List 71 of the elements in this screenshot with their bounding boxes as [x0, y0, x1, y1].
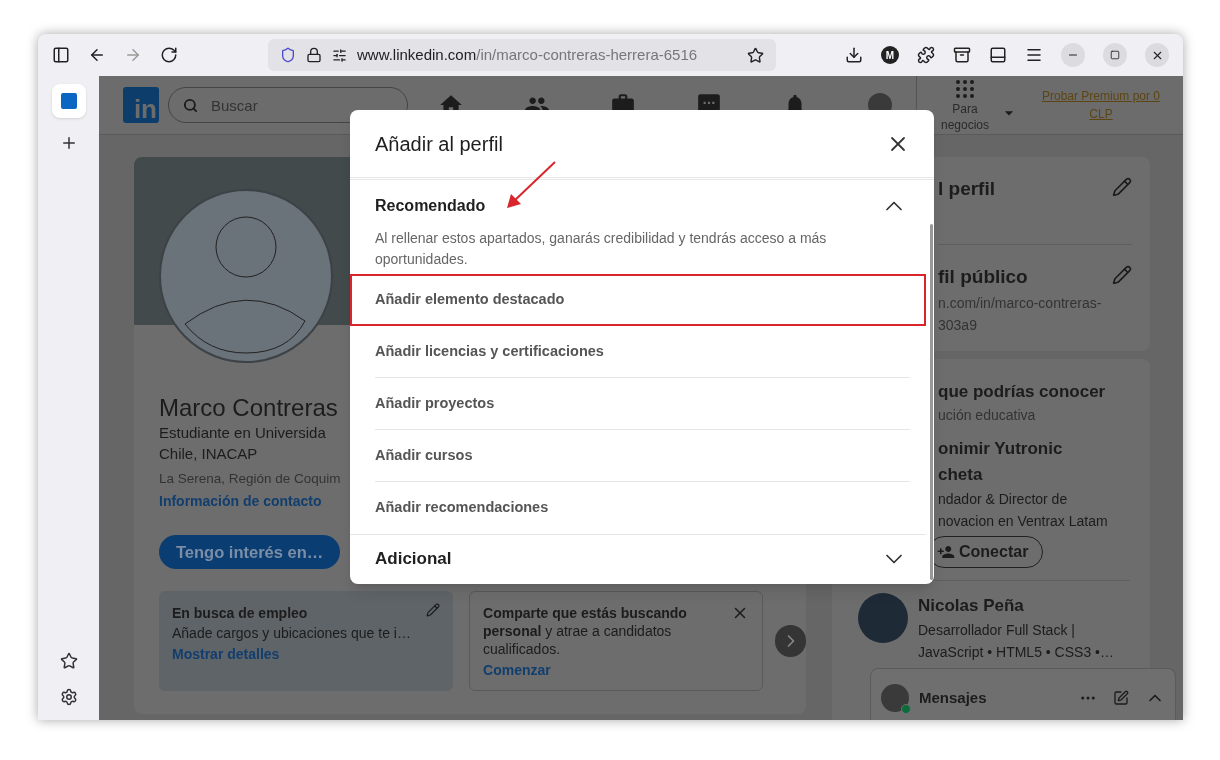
- panel-icon[interactable]: [989, 46, 1007, 64]
- close-button[interactable]: [1145, 43, 1169, 67]
- person-headline: novacion en Ventrax Latam: [938, 511, 1109, 531]
- section-header[interactable]: Recomendado: [350, 180, 926, 228]
- account-avatar[interactable]: M: [881, 46, 899, 64]
- minimize-button[interactable]: [1061, 43, 1085, 67]
- card-text: Añade cargos y ubicaciones que te i…: [172, 624, 412, 642]
- settings-icon[interactable]: [59, 688, 78, 706]
- grid-icon[interactable]: [953, 77, 977, 101]
- person-name[interactable]: Nicolas Peña: [918, 592, 1114, 619]
- pencil-icon[interactable]: [426, 603, 441, 617]
- compose-icon[interactable]: [1113, 690, 1129, 706]
- search-field[interactable]: Buscar: [168, 87, 408, 123]
- maximize-button[interactable]: [1103, 43, 1127, 67]
- profile-location: La Serena, Región de Coquim: [159, 470, 341, 488]
- reload-icon[interactable]: [160, 46, 178, 64]
- dialog-title: Añadir al perfil: [375, 131, 503, 157]
- linkedin-logo[interactable]: in: [123, 87, 159, 123]
- lock-icon[interactable]: [306, 47, 322, 63]
- card-link[interactable]: Comenzar: [483, 662, 551, 678]
- add-section-item[interactable]: Añadir proyectos: [375, 378, 910, 430]
- maximize-icon: [1110, 50, 1120, 60]
- back-icon[interactable]: [88, 46, 106, 64]
- add-section-item[interactable]: Añadir recomendaciones: [375, 482, 910, 534]
- person-headline: ndador & Director de: [938, 489, 1069, 509]
- bookmark-star-icon[interactable]: [747, 46, 764, 64]
- add-section-item[interactable]: Añadir licencias y certificaciones: [375, 326, 910, 378]
- person-name[interactable]: cheta: [938, 461, 1150, 488]
- menu-icon[interactable]: [1025, 46, 1043, 64]
- next-button[interactable]: [775, 625, 806, 657]
- scrollbar[interactable]: [930, 224, 933, 580]
- user-avatar: [881, 684, 909, 712]
- profile-name: Marco Contreras: [159, 394, 338, 422]
- section-title: que podrías conocer: [938, 381, 1107, 403]
- profile-url: 303a9: [938, 315, 978, 335]
- business-menu[interactable]: Para negocios: [937, 101, 993, 133]
- person-headline: JavaScript • HTML5 • CSS3 •…: [918, 642, 1114, 662]
- person-name[interactable]: onimir Yutronic: [938, 435, 1150, 462]
- pencil-icon[interactable]: [1112, 265, 1132, 285]
- card-link[interactable]: Mostrar detalles: [172, 646, 280, 662]
- shield-icon[interactable]: [280, 47, 296, 63]
- messaging-bar[interactable]: Mensajes: [870, 668, 1176, 720]
- add-section-item[interactable]: Añadir cursos: [375, 430, 910, 482]
- person-photo: [858, 592, 908, 643]
- search-icon: [183, 98, 198, 113]
- card-title: En busca de empleo: [172, 604, 308, 623]
- premium-link[interactable]: Probar Premium por 0 CLP: [1033, 87, 1169, 123]
- card-text: Comparte que estás buscando personal y atrae a candidatos cualificados.: [483, 604, 688, 658]
- profile-headline: Estudiante en Universida: [159, 423, 326, 443]
- section-subtitle: ución educativa: [938, 405, 1037, 425]
- section-title: l perfil: [938, 177, 995, 201]
- address-bar[interactable]: www.linkedin.com/in/marco-contreras-herrera-6516: [268, 39, 776, 71]
- download-icon[interactable]: [845, 46, 863, 64]
- profile-url: n.com/in/marco-contreras-: [938, 293, 1103, 313]
- contact-info-link[interactable]: Información de contacto: [159, 493, 322, 509]
- person-headline: Desarrollador Full Stack |: [918, 620, 1076, 640]
- star-icon[interactable]: [59, 652, 78, 670]
- sidebar-toggle-icon[interactable]: [52, 46, 70, 64]
- url-text: www.linkedin.com/in/marco-contreras-herrera-6516: [357, 44, 699, 65]
- section-header[interactable]: Adicional: [350, 535, 926, 583]
- add-section-item[interactable]: Añadir elemento destacado: [350, 274, 926, 326]
- messaging-title: Mensajes: [919, 687, 987, 708]
- tab-button[interactable]: [51, 84, 86, 118]
- section-description: Al rellenar estos apartados, ganarás credibilidad y tendrás acceso a más oportunidades.: [374, 229, 828, 269]
- section-title: fil público: [938, 265, 1028, 289]
- permissions-icon[interactable]: [332, 47, 347, 63]
- interest-button[interactable]: Tengo interés en…: [159, 535, 341, 569]
- pencil-icon[interactable]: [1112, 177, 1132, 197]
- container-icon[interactable]: [953, 46, 971, 64]
- profile-headline: Chile, INACAP: [159, 444, 258, 464]
- extensions-icon[interactable]: [917, 46, 935, 64]
